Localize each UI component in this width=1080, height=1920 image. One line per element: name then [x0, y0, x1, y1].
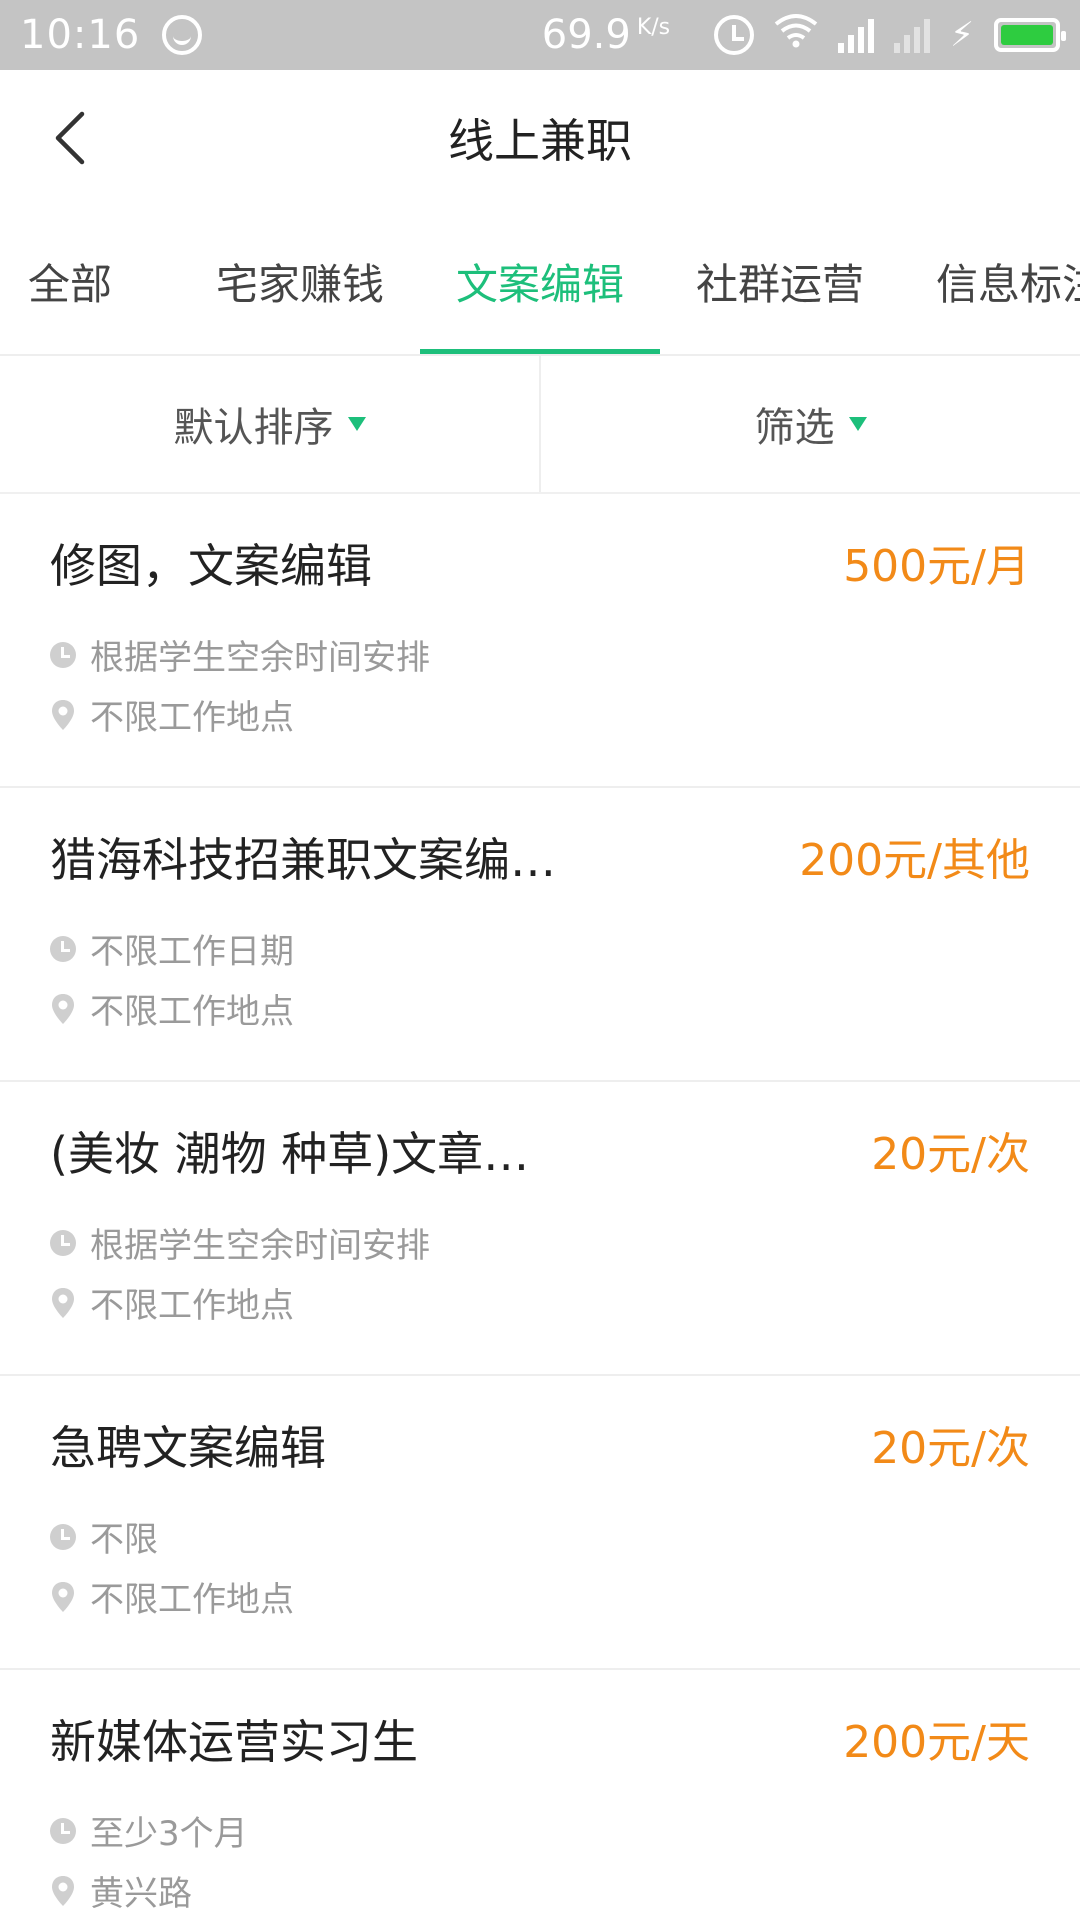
job-title: 猎海科技招兼职文案编… — [50, 833, 556, 887]
job-time: 根据学生空余时间安排 — [50, 1218, 430, 1267]
job-item[interactable]: 修图，文案编辑 500元/月 根据学生空余时间安排 不限工作地点 — [0, 494, 1080, 788]
dropdown-triangle-icon — [848, 417, 867, 431]
network-speed-unit: K/s — [636, 14, 671, 40]
job-item[interactable]: 新媒体运营实习生 200元/天 至少3个月 黄兴路 — [0, 1670, 1080, 1920]
job-place: 不限工作地点 — [50, 1572, 294, 1621]
back-button[interactable] — [40, 108, 100, 168]
job-place: 不限工作地点 — [50, 984, 294, 1033]
chevron-left-icon — [55, 111, 85, 165]
job-time: 不限工作日期 — [50, 924, 294, 973]
job-salary: 20元/次 — [871, 1129, 1030, 1180]
tab-community-ops[interactable]: 社群运营 — [660, 206, 900, 354]
wifi-icon — [774, 12, 818, 58]
filter-label: 筛选 — [754, 405, 835, 451]
clock-icon — [50, 641, 76, 668]
filter-dropdown[interactable]: 筛选 — [539, 356, 1080, 492]
clock-icon — [50, 935, 76, 962]
job-salary: 200元/天 — [843, 1717, 1030, 1768]
location-pin-icon — [52, 1875, 74, 1906]
clock-icon — [50, 1817, 76, 1844]
job-place-text: 不限工作地点 — [90, 1580, 294, 1620]
job-title: 新媒体运营实习生 — [50, 1715, 418, 1769]
signal-4g-icon — [838, 17, 875, 53]
sort-label: 默认排序 — [173, 405, 334, 451]
job-time-text: 根据学生空余时间安排 — [90, 1226, 430, 1266]
charging-bolt-icon: ⚡ — [950, 15, 974, 55]
job-time-text: 至少3个月 — [90, 1814, 248, 1854]
dropdown-triangle-icon — [347, 417, 366, 431]
job-title: 修图，文案编辑 — [50, 539, 372, 593]
job-place-text: 黄兴路 — [90, 1874, 192, 1914]
job-time-text: 根据学生空余时间安排 — [90, 638, 430, 678]
category-tabs: 全部 宅家赚钱 文案编辑 社群运营 信息标注 — [0, 206, 1080, 356]
job-title: 急聘文案编辑 — [50, 1421, 326, 1475]
job-time: 至少3个月 — [50, 1806, 248, 1855]
page-title: 线上兼职 — [448, 114, 632, 168]
battery-icon — [994, 18, 1066, 52]
job-title: (美妆 潮物 种草)文章… — [50, 1127, 530, 1181]
job-item[interactable]: 急聘文案编辑 20元/次 不限 不限工作地点 — [0, 1376, 1080, 1670]
app-header: 线上兼职 — [0, 70, 1080, 206]
job-place-text: 不限工作地点 — [90, 1286, 294, 1326]
clock-icon — [50, 1523, 76, 1550]
clock-icon — [50, 1229, 76, 1256]
job-time: 不限 — [50, 1512, 158, 1561]
status-time: 10:16 — [20, 12, 141, 58]
sort-dropdown[interactable]: 默认排序 — [0, 356, 539, 492]
network-speed: 69.9 — [541, 12, 631, 58]
job-place: 不限工作地点 — [50, 1278, 294, 1327]
filter-bar: 默认排序 筛选 — [0, 356, 1080, 494]
notification-smiley-icon — [162, 15, 203, 55]
job-list: 修图，文案编辑 500元/月 根据学生空余时间安排 不限工作地点 猎海科技招兼职… — [0, 494, 1080, 1920]
job-place-text: 不限工作地点 — [90, 698, 294, 738]
tab-all[interactable]: 全部 — [0, 206, 190, 354]
job-place: 黄兴路 — [50, 1866, 192, 1915]
job-place-text: 不限工作地点 — [90, 992, 294, 1032]
job-salary: 200元/其他 — [799, 835, 1030, 886]
job-time-text: 不限工作日期 — [90, 932, 294, 972]
job-item[interactable]: (美妆 潮物 种草)文章… 20元/次 根据学生空余时间安排 不限工作地点 — [0, 1082, 1080, 1376]
job-place: 不限工作地点 — [50, 690, 294, 739]
alarm-icon — [714, 15, 755, 55]
job-salary: 20元/次 — [871, 1423, 1030, 1474]
job-item[interactable]: 猎海科技招兼职文案编… 200元/其他 不限工作日期 不限工作地点 — [0, 788, 1080, 1082]
job-time-text: 不限 — [90, 1520, 158, 1560]
location-pin-icon — [52, 1287, 74, 1318]
tab-data-labeling[interactable]: 信息标注 — [900, 206, 1080, 354]
job-salary: 500元/月 — [843, 541, 1030, 592]
job-time: 根据学生空余时间安排 — [50, 630, 430, 679]
signal-sim2-icon — [894, 17, 931, 53]
location-pin-icon — [52, 1581, 74, 1612]
location-pin-icon — [52, 993, 74, 1024]
tab-copywriting[interactable]: 文案编辑 — [420, 206, 660, 354]
status-bar: 10:16 69.9 K/s ⚡ — [0, 0, 1080, 70]
tab-work-from-home[interactable]: 宅家赚钱 — [180, 206, 420, 354]
location-pin-icon — [52, 699, 74, 730]
